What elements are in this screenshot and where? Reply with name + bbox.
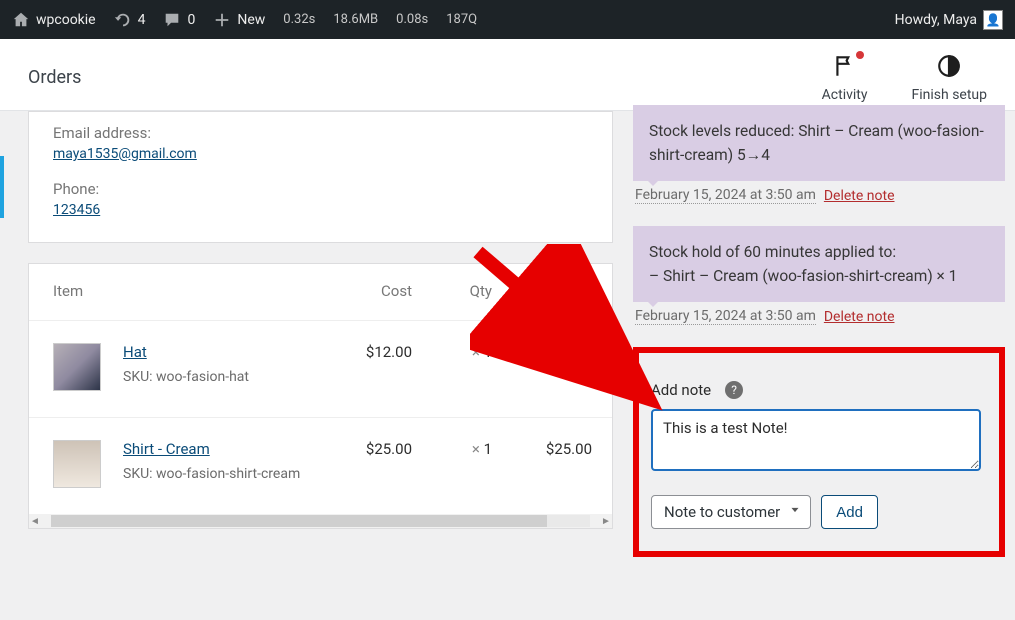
cell-qty: × 1 bbox=[412, 343, 492, 361]
scroll-right-icon[interactable]: ► bbox=[600, 516, 612, 527]
add-note-textarea[interactable] bbox=[651, 409, 981, 471]
order-note: Stock hold of 60 minutes applied to: – S… bbox=[633, 226, 1005, 302]
adminbar-account[interactable]: Howdy, Maya 👤 bbox=[895, 10, 1003, 30]
order-note-text: Stock levels reduced: Shirt – Cream (woo… bbox=[649, 122, 984, 164]
chevron-down-icon bbox=[788, 503, 802, 521]
adminbar-new-label: New bbox=[237, 12, 265, 28]
product-name-link[interactable]: Shirt - Cream bbox=[123, 440, 210, 458]
order-note-text: Stock hold of 60 minutes applied to: – S… bbox=[649, 243, 957, 285]
adminbar-comments-count: 0 bbox=[187, 12, 195, 28]
activity-label: Activity bbox=[822, 87, 868, 103]
items-header-row: Item Cost Qty Total bbox=[29, 264, 612, 321]
col-total: Total bbox=[492, 282, 592, 300]
col-item: Item bbox=[53, 282, 312, 300]
note-type-select[interactable]: Note to customer bbox=[651, 495, 811, 529]
billing-phone-link[interactable]: 123456 bbox=[53, 202, 100, 218]
product-thumbnail[interactable] bbox=[53, 440, 101, 488]
adminbar-site-name: wpcookie bbox=[36, 12, 96, 28]
activity-panel-toggle[interactable]: Activity bbox=[822, 53, 868, 103]
delete-note-link[interactable]: Delete note bbox=[824, 309, 895, 325]
home-icon bbox=[12, 11, 30, 29]
horizontal-scrollbar[interactable]: ◄ ► bbox=[29, 514, 612, 528]
add-note-panel: Add note ? Note to customer Add bbox=[633, 347, 1005, 557]
add-note-title: Add note bbox=[651, 381, 711, 399]
contrast-circle-icon bbox=[936, 53, 962, 83]
admin-menu-accent bbox=[0, 156, 4, 218]
finish-setup-toggle[interactable]: Finish setup bbox=[912, 53, 988, 103]
refresh-icon bbox=[114, 11, 132, 29]
col-qty: Qty bbox=[412, 282, 492, 300]
adminbar-updates[interactable]: 4 bbox=[114, 11, 146, 29]
debug-memory: 18.6MB bbox=[333, 12, 378, 27]
adminbar-new[interactable]: New bbox=[213, 11, 265, 29]
help-icon[interactable]: ? bbox=[725, 381, 743, 399]
cell-total: $25.00 bbox=[492, 440, 592, 458]
billing-email-label: Email address: bbox=[53, 124, 588, 142]
delete-note-link[interactable]: Delete note bbox=[824, 188, 895, 204]
qty-value: 1 bbox=[484, 440, 492, 458]
qty-prefix: × bbox=[472, 440, 480, 458]
flag-icon bbox=[832, 53, 858, 83]
product-thumbnail[interactable] bbox=[53, 343, 101, 391]
adminbar-howdy: Howdy, Maya bbox=[895, 12, 977, 28]
debug-time-2: 0.08s bbox=[396, 12, 428, 27]
billing-email-link[interactable]: maya1535@gmail.com bbox=[53, 146, 197, 162]
billing-details-box: Email address: maya1535@gmail.com Phone:… bbox=[28, 111, 613, 243]
note-type-selected: Note to customer bbox=[664, 503, 780, 521]
col-cost: Cost bbox=[312, 282, 412, 300]
qty-prefix: × bbox=[472, 343, 480, 361]
plus-icon bbox=[213, 11, 231, 29]
cell-total: $12.00 bbox=[492, 343, 592, 361]
cell-cost: $12.00 bbox=[312, 343, 412, 361]
order-items-box: Item Cost Qty Total Hat SKU: woo-fasion-… bbox=[28, 263, 613, 529]
adminbar-site-link[interactable]: wpcookie bbox=[12, 11, 96, 29]
debug-queries: 187Q bbox=[446, 12, 477, 27]
note-timestamp: February 15, 2024 at 3:50 am bbox=[635, 308, 816, 325]
comment-icon bbox=[163, 11, 181, 29]
wp-admin-bar: wpcookie 4 0 New 0.32s 18.6MB 0.08s 187Q… bbox=[0, 0, 1015, 39]
table-row: Hat SKU: woo-fasion-hat $12.00 × 1 $12.0… bbox=[29, 321, 612, 418]
notification-dot-icon bbox=[856, 51, 864, 59]
add-note-button[interactable]: Add bbox=[821, 495, 878, 529]
qty-value: 1 bbox=[484, 343, 492, 361]
billing-phone-label: Phone: bbox=[53, 180, 588, 198]
page-title: Orders bbox=[28, 67, 81, 88]
page-header: Orders Activity Finish setup bbox=[0, 39, 1015, 111]
avatar: 👤 bbox=[983, 10, 1003, 30]
adminbar-comments[interactable]: 0 bbox=[163, 11, 195, 29]
product-name-link[interactable]: Hat bbox=[123, 343, 147, 361]
cell-qty: × 1 bbox=[412, 440, 492, 458]
note-timestamp: February 15, 2024 at 3:50 am bbox=[635, 187, 816, 204]
adminbar-updates-count: 4 bbox=[138, 12, 146, 28]
table-row: Shirt - Cream SKU: woo-fasion-shirt-crea… bbox=[29, 418, 612, 514]
finish-setup-label: Finish setup bbox=[912, 87, 988, 103]
product-sku: SKU: woo-fasion-shirt-cream bbox=[123, 464, 300, 484]
product-sku: SKU: woo-fasion-hat bbox=[123, 367, 249, 387]
cell-cost: $25.00 bbox=[312, 440, 412, 458]
scroll-left-icon[interactable]: ◄ bbox=[29, 516, 41, 527]
debug-time-1: 0.32s bbox=[283, 12, 315, 27]
order-note: Stock levels reduced: Shirt – Cream (woo… bbox=[633, 105, 1005, 181]
